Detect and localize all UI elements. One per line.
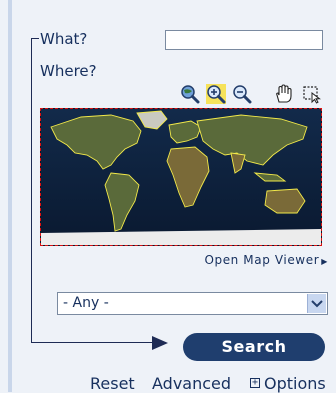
zoom-globe-icon[interactable] [180, 84, 200, 104]
advanced-link[interactable]: Advanced [152, 374, 231, 393]
flow-bracket-top [31, 38, 39, 39]
open-map-viewer-label: Open Map Viewer [204, 253, 320, 267]
australia-shape [264, 188, 306, 214]
left-border [8, 0, 12, 392]
where-label: Where? [40, 62, 97, 80]
chevron-right-icon: ▶ [321, 257, 328, 266]
arrow-right-icon [152, 336, 168, 350]
region-select[interactable]: - Any - [57, 292, 328, 315]
select-region-icon[interactable] [302, 84, 322, 104]
flow-bracket-line [31, 38, 32, 343]
expand-plus-icon[interactable]: + [250, 378, 260, 388]
reset-link[interactable]: Reset [90, 374, 135, 393]
options-link[interactable]: Options [264, 374, 326, 393]
zoom-out-icon[interactable] [232, 84, 252, 104]
zoom-in-icon[interactable] [206, 84, 226, 104]
pan-hand-icon[interactable] [273, 84, 293, 104]
region-select-value: - Any - [63, 295, 109, 311]
world-map[interactable] [40, 108, 322, 246]
chevron-down-icon[interactable] [307, 294, 326, 313]
what-input[interactable] [165, 30, 323, 50]
flow-bracket-bottom [31, 342, 166, 343]
search-button[interactable]: Search [183, 333, 325, 361]
what-label: What? [40, 30, 88, 48]
open-map-viewer-link[interactable]: Open Map Viewer ▶ [204, 253, 328, 267]
